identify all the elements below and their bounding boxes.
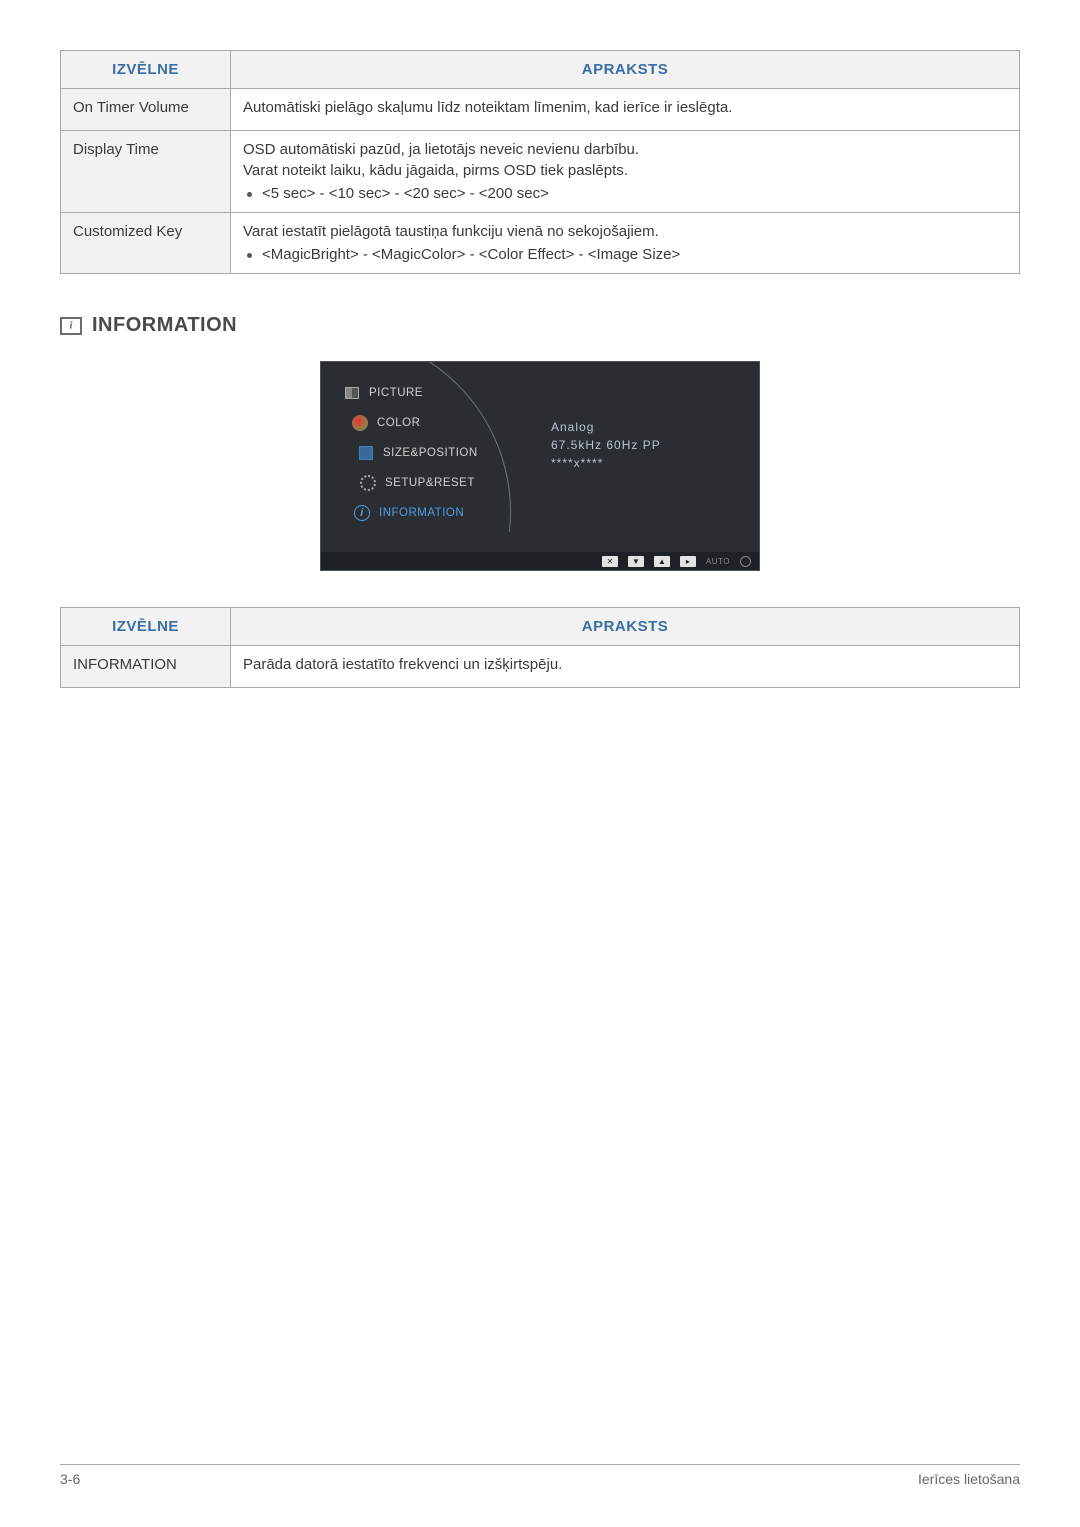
- table-row: INFORMATION Parāda datorā iestatīto frek…: [61, 646, 1020, 688]
- bullet-item: <5 sec> - <10 sec> - <20 sec> - <200 sec…: [243, 185, 1007, 202]
- information-icon: [60, 317, 82, 335]
- down-icon: ▼: [628, 556, 644, 567]
- osd-item-picture: PICTURE: [321, 378, 521, 408]
- osd-info-panel: Analog 67.5kHz 60Hz PP ****x****: [551, 420, 661, 474]
- footer-section-name: Ierīces lietošana: [918, 1471, 1020, 1487]
- osd-info-freq: 67.5kHz 60Hz PP: [551, 438, 661, 452]
- osd-item-sizeposition: SIZE&POSITION: [321, 438, 521, 468]
- table-row: Customized Key Varat iestatīt pielāgotā …: [61, 213, 1020, 274]
- cell-desc: Varat iestatīt pielāgotā taustiņa funkci…: [231, 213, 1020, 274]
- menu-table-1: IZVĒLNE APRAKSTS On Timer Volume Automāt…: [60, 50, 1020, 274]
- power-icon: [740, 556, 751, 567]
- th-menu: IZVĒLNE: [61, 608, 231, 646]
- section-heading: INFORMATION: [60, 314, 1020, 337]
- th-desc: APRAKSTS: [231, 608, 1020, 646]
- osd-menu-list: PICTURE COLOR SIZE&POSITION SETUP&RESET …: [321, 362, 521, 552]
- cell-desc: Parāda datorā iestatīto frekvenci un izš…: [231, 646, 1020, 688]
- th-menu: IZVĒLNE: [61, 51, 231, 89]
- sizeposition-icon: [357, 444, 375, 462]
- cell-desc: OSD automātiski pazūd, ja lietotājs neve…: [231, 131, 1020, 213]
- menu-table-2: IZVĒLNE APRAKSTS INFORMATION Parāda dato…: [60, 607, 1020, 688]
- osd-screenshot: PICTURE COLOR SIZE&POSITION SETUP&RESET …: [60, 361, 1020, 571]
- cell-menu: On Timer Volume: [61, 89, 231, 131]
- color-icon: [351, 414, 369, 432]
- osd-item-color: COLOR: [321, 408, 521, 438]
- cell-menu: INFORMATION: [61, 646, 231, 688]
- bullet-icon: [247, 253, 252, 258]
- osd-item-information: i INFORMATION: [321, 498, 521, 528]
- gear-icon: [359, 474, 377, 492]
- th-desc: APRAKSTS: [231, 51, 1020, 89]
- enter-icon: ▸: [680, 556, 696, 567]
- bullet-item: <MagicBright> - <MagicColor> - <Color Ef…: [243, 246, 1007, 263]
- cell-desc: Automātiski pielāgo skaļumu līdz noteikt…: [231, 89, 1020, 131]
- table-row: On Timer Volume Automātiski pielāgo skaļ…: [61, 89, 1020, 131]
- bullet-icon: [247, 192, 252, 197]
- up-icon: ▲: [654, 556, 670, 567]
- osd-info-res: ****x****: [551, 456, 661, 470]
- page-number: 3-6: [60, 1471, 80, 1487]
- table-row: Display Time OSD automātiski pazūd, ja l…: [61, 131, 1020, 213]
- osd-footer-bar: ✕ ▼ ▲ ▸ AUTO: [321, 552, 759, 570]
- section-title: INFORMATION: [92, 314, 237, 337]
- osd-info-signal: Analog: [551, 420, 661, 434]
- picture-icon: [343, 384, 361, 402]
- osd-item-setupreset: SETUP&RESET: [321, 468, 521, 498]
- close-icon: ✕: [602, 556, 618, 567]
- auto-label: AUTO: [706, 557, 730, 566]
- info-icon: i: [353, 504, 371, 522]
- page-footer: 3-6 Ierīces lietošana: [60, 1464, 1020, 1487]
- cell-menu: Customized Key: [61, 213, 231, 274]
- cell-menu: Display Time: [61, 131, 231, 213]
